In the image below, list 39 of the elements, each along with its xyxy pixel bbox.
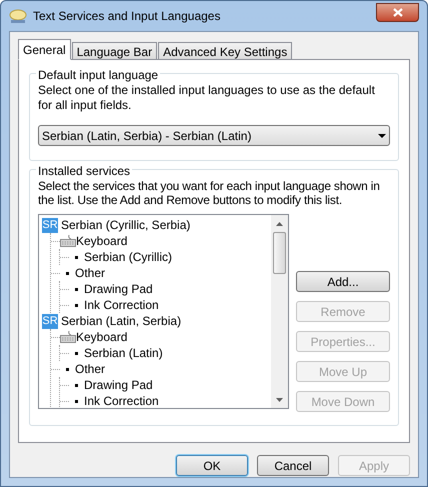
dropdown-arrow-icon: [378, 134, 386, 138]
tree-item[interactable]: Other: [75, 360, 106, 378]
tree-item[interactable]: Ink Correction: [84, 392, 159, 408]
tree-item[interactable]: Ink Correction: [84, 296, 159, 314]
language-dropdown[interactable]: Serbian (Latin, Serbia) - Serbian (Latin): [38, 125, 390, 146]
tree-item[interactable]: Serbian (Latin): [84, 344, 163, 362]
tab[interactable]: Language Bar: [72, 42, 158, 60]
description: Select one of the installed input languages to use as the default for all input fields.: [38, 83, 376, 113]
tree-item[interactable]: Other: [75, 264, 106, 282]
tab[interactable]: Advanced Key Settings: [158, 42, 292, 60]
button[interactable]: Cancel: [257, 455, 329, 476]
scroll-thumb[interactable]: [273, 232, 286, 274]
close-icon: [392, 8, 402, 16]
language-badge: SR: [42, 218, 58, 232]
scroll-up-icon: [276, 222, 283, 226]
window-title: Text Services and Input Languages: [33, 8, 220, 25]
tree-item[interactable]: Serbian (Latin, Serbia): [61, 312, 182, 330]
bullet-icon: [75, 352, 78, 354]
tree-item[interactable]: Serbian (Cyrillic): [84, 248, 172, 266]
button[interactable]: OK: [176, 455, 248, 476]
tree-item[interactable]: Keyboard: [76, 232, 128, 250]
bullet-icon: [75, 256, 78, 258]
tab[interactable]: General: [18, 39, 71, 60]
bullet-icon: [66, 272, 69, 274]
bullet-icon: [75, 400, 78, 402]
bullet-icon: [75, 304, 78, 306]
tree-item[interactable]: Drawing Pad: [84, 376, 153, 394]
language-badge: SR: [42, 314, 58, 328]
window-icon: [9, 8, 27, 24]
scroll-down-icon: [276, 398, 283, 402]
bullet-icon: [75, 288, 78, 290]
close-button[interactable]: [376, 2, 419, 22]
tree-item[interactable]: Drawing Pad: [84, 280, 153, 298]
button[interactable]: Add...: [296, 271, 390, 292]
tree-item[interactable]: Serbian (Cyrillic, Serbia): [61, 216, 190, 234]
bullet-icon: [66, 368, 69, 370]
bullet-icon: [75, 384, 78, 386]
tree-item[interactable]: Keyboard: [76, 328, 128, 346]
description: Select the services that you want for each input language shown in the list. Use the Add and Remove buttons to modify this list.: [38, 179, 381, 207]
